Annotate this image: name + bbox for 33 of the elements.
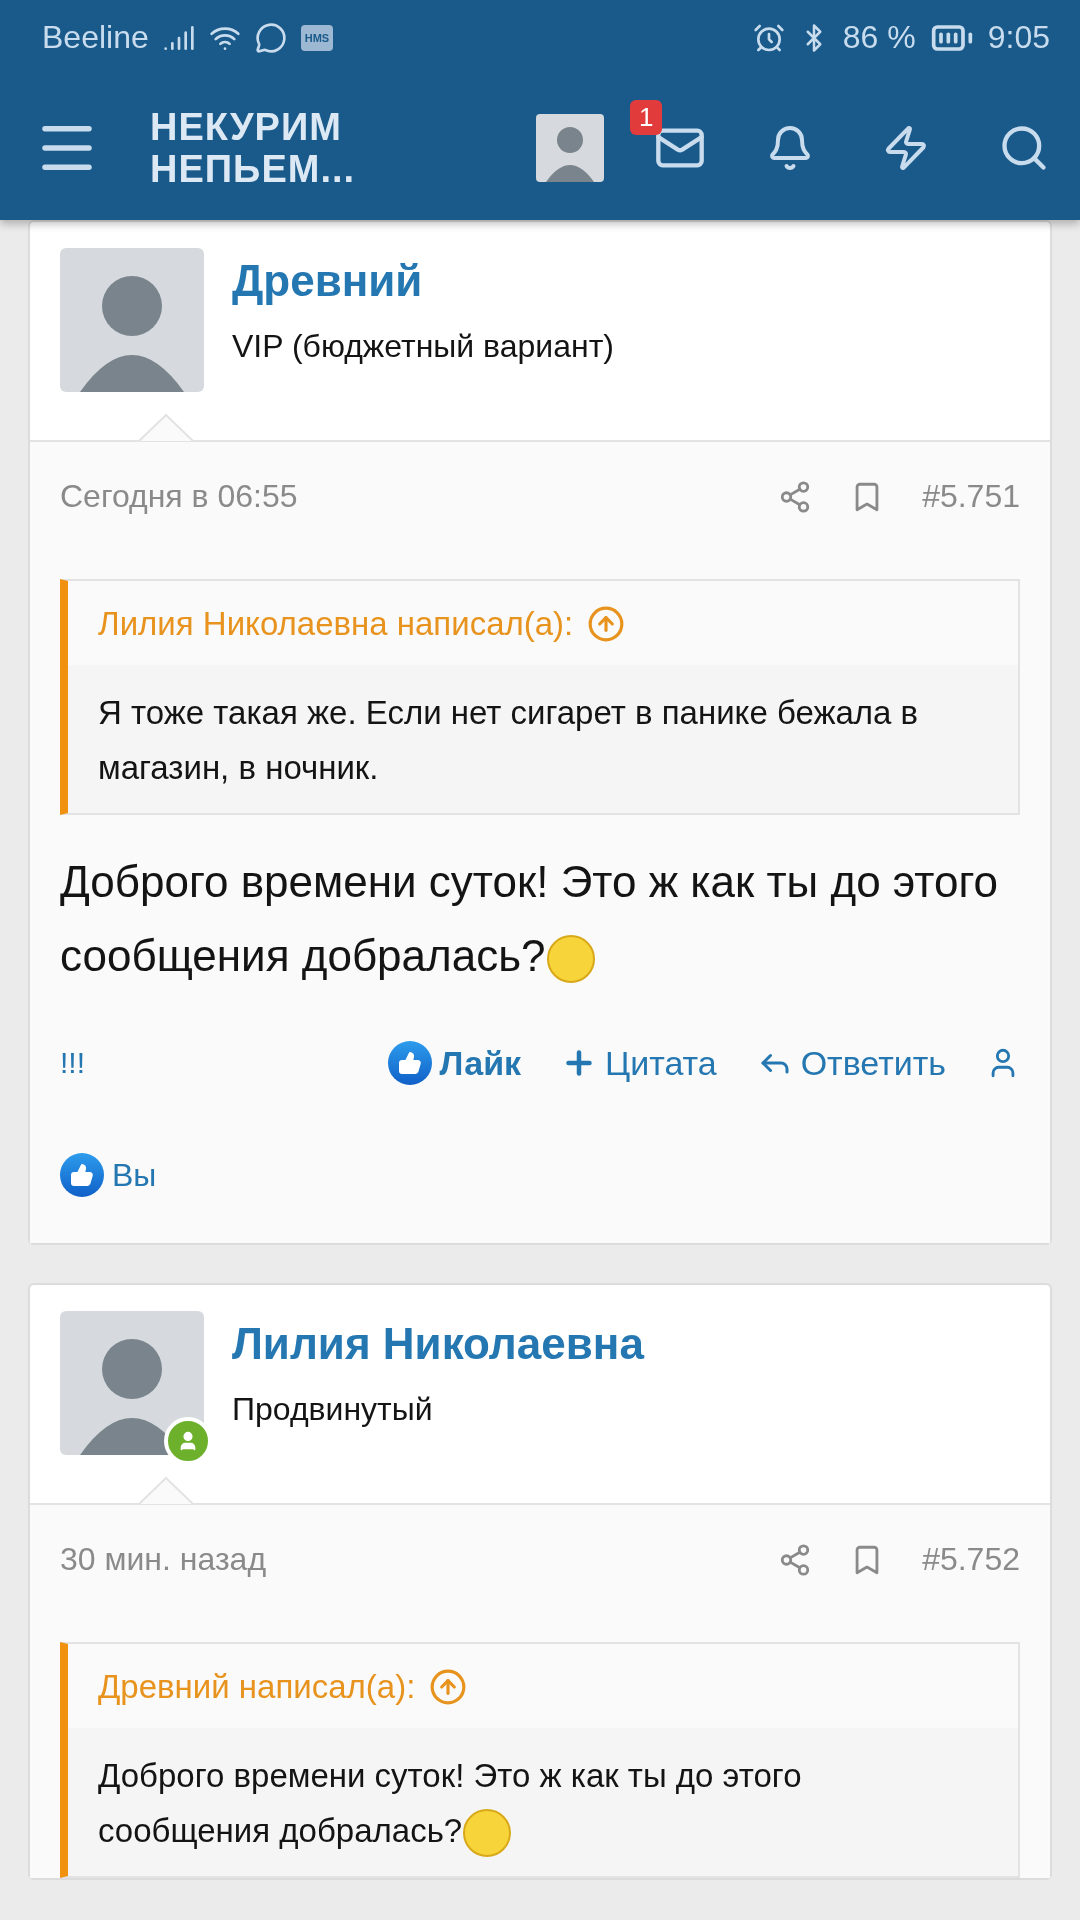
post-number[interactable]: #5.752 [922, 1541, 1020, 1578]
quote-author[interactable]: Древний написал(а): [98, 1668, 416, 1706]
smiley-icon [462, 1808, 513, 1859]
arrow-up-icon[interactable] [429, 1668, 468, 1706]
post-time: 30 мин. назад [60, 1541, 268, 1578]
thumbs-up-icon [387, 1041, 432, 1085]
author-name[interactable]: Древний [232, 256, 614, 306]
quote-button[interactable]: Цитата [561, 1043, 717, 1083]
action-link[interactable]: !!! [60, 1046, 85, 1080]
avatar[interactable] [60, 1311, 204, 1455]
post-message: Доброго времени суток! Это ж как ты до этого сообщения добралась? [60, 845, 1020, 993]
battery-percent: 86 % [842, 19, 916, 56]
user-rank: Продвинутый [232, 1391, 434, 1428]
quote-text: Доброго времени суток! Это ж как ты до этого сообщения добралась? [68, 1728, 1018, 1877]
like-button[interactable]: Лайк [387, 1041, 522, 1085]
smiley-icon [545, 934, 596, 985]
chat-icon [254, 21, 287, 54]
avatar[interactable] [60, 248, 204, 392]
author-name[interactable]: Лилия Николаевна [232, 1319, 644, 1369]
arrow-up-icon[interactable] [587, 605, 626, 643]
thumbs-up-icon [60, 1153, 104, 1197]
post-time: Сегодня в 06:55 [60, 478, 299, 515]
user-rank: VIP (бюджетный вариант) [232, 328, 614, 365]
carrier-name: Beeline [42, 19, 149, 56]
clock-time: 9:05 [987, 19, 1050, 56]
site-logo[interactable]: НЕКУРИМ НЕПЬЕМ... [150, 105, 356, 190]
account-button[interactable] [536, 113, 604, 182]
reaction-user[interactable]: Вы [112, 1156, 157, 1194]
notification-badge: 1 [630, 99, 663, 135]
quote-text: Я тоже такая же. Если нет сигарет в панике бежала в магазин, в ночник. [97, 693, 920, 788]
hms-badge: HMS [300, 24, 334, 51]
post-number[interactable]: #5.751 [922, 478, 1020, 515]
reply-button[interactable]: Ответить [756, 1043, 946, 1083]
